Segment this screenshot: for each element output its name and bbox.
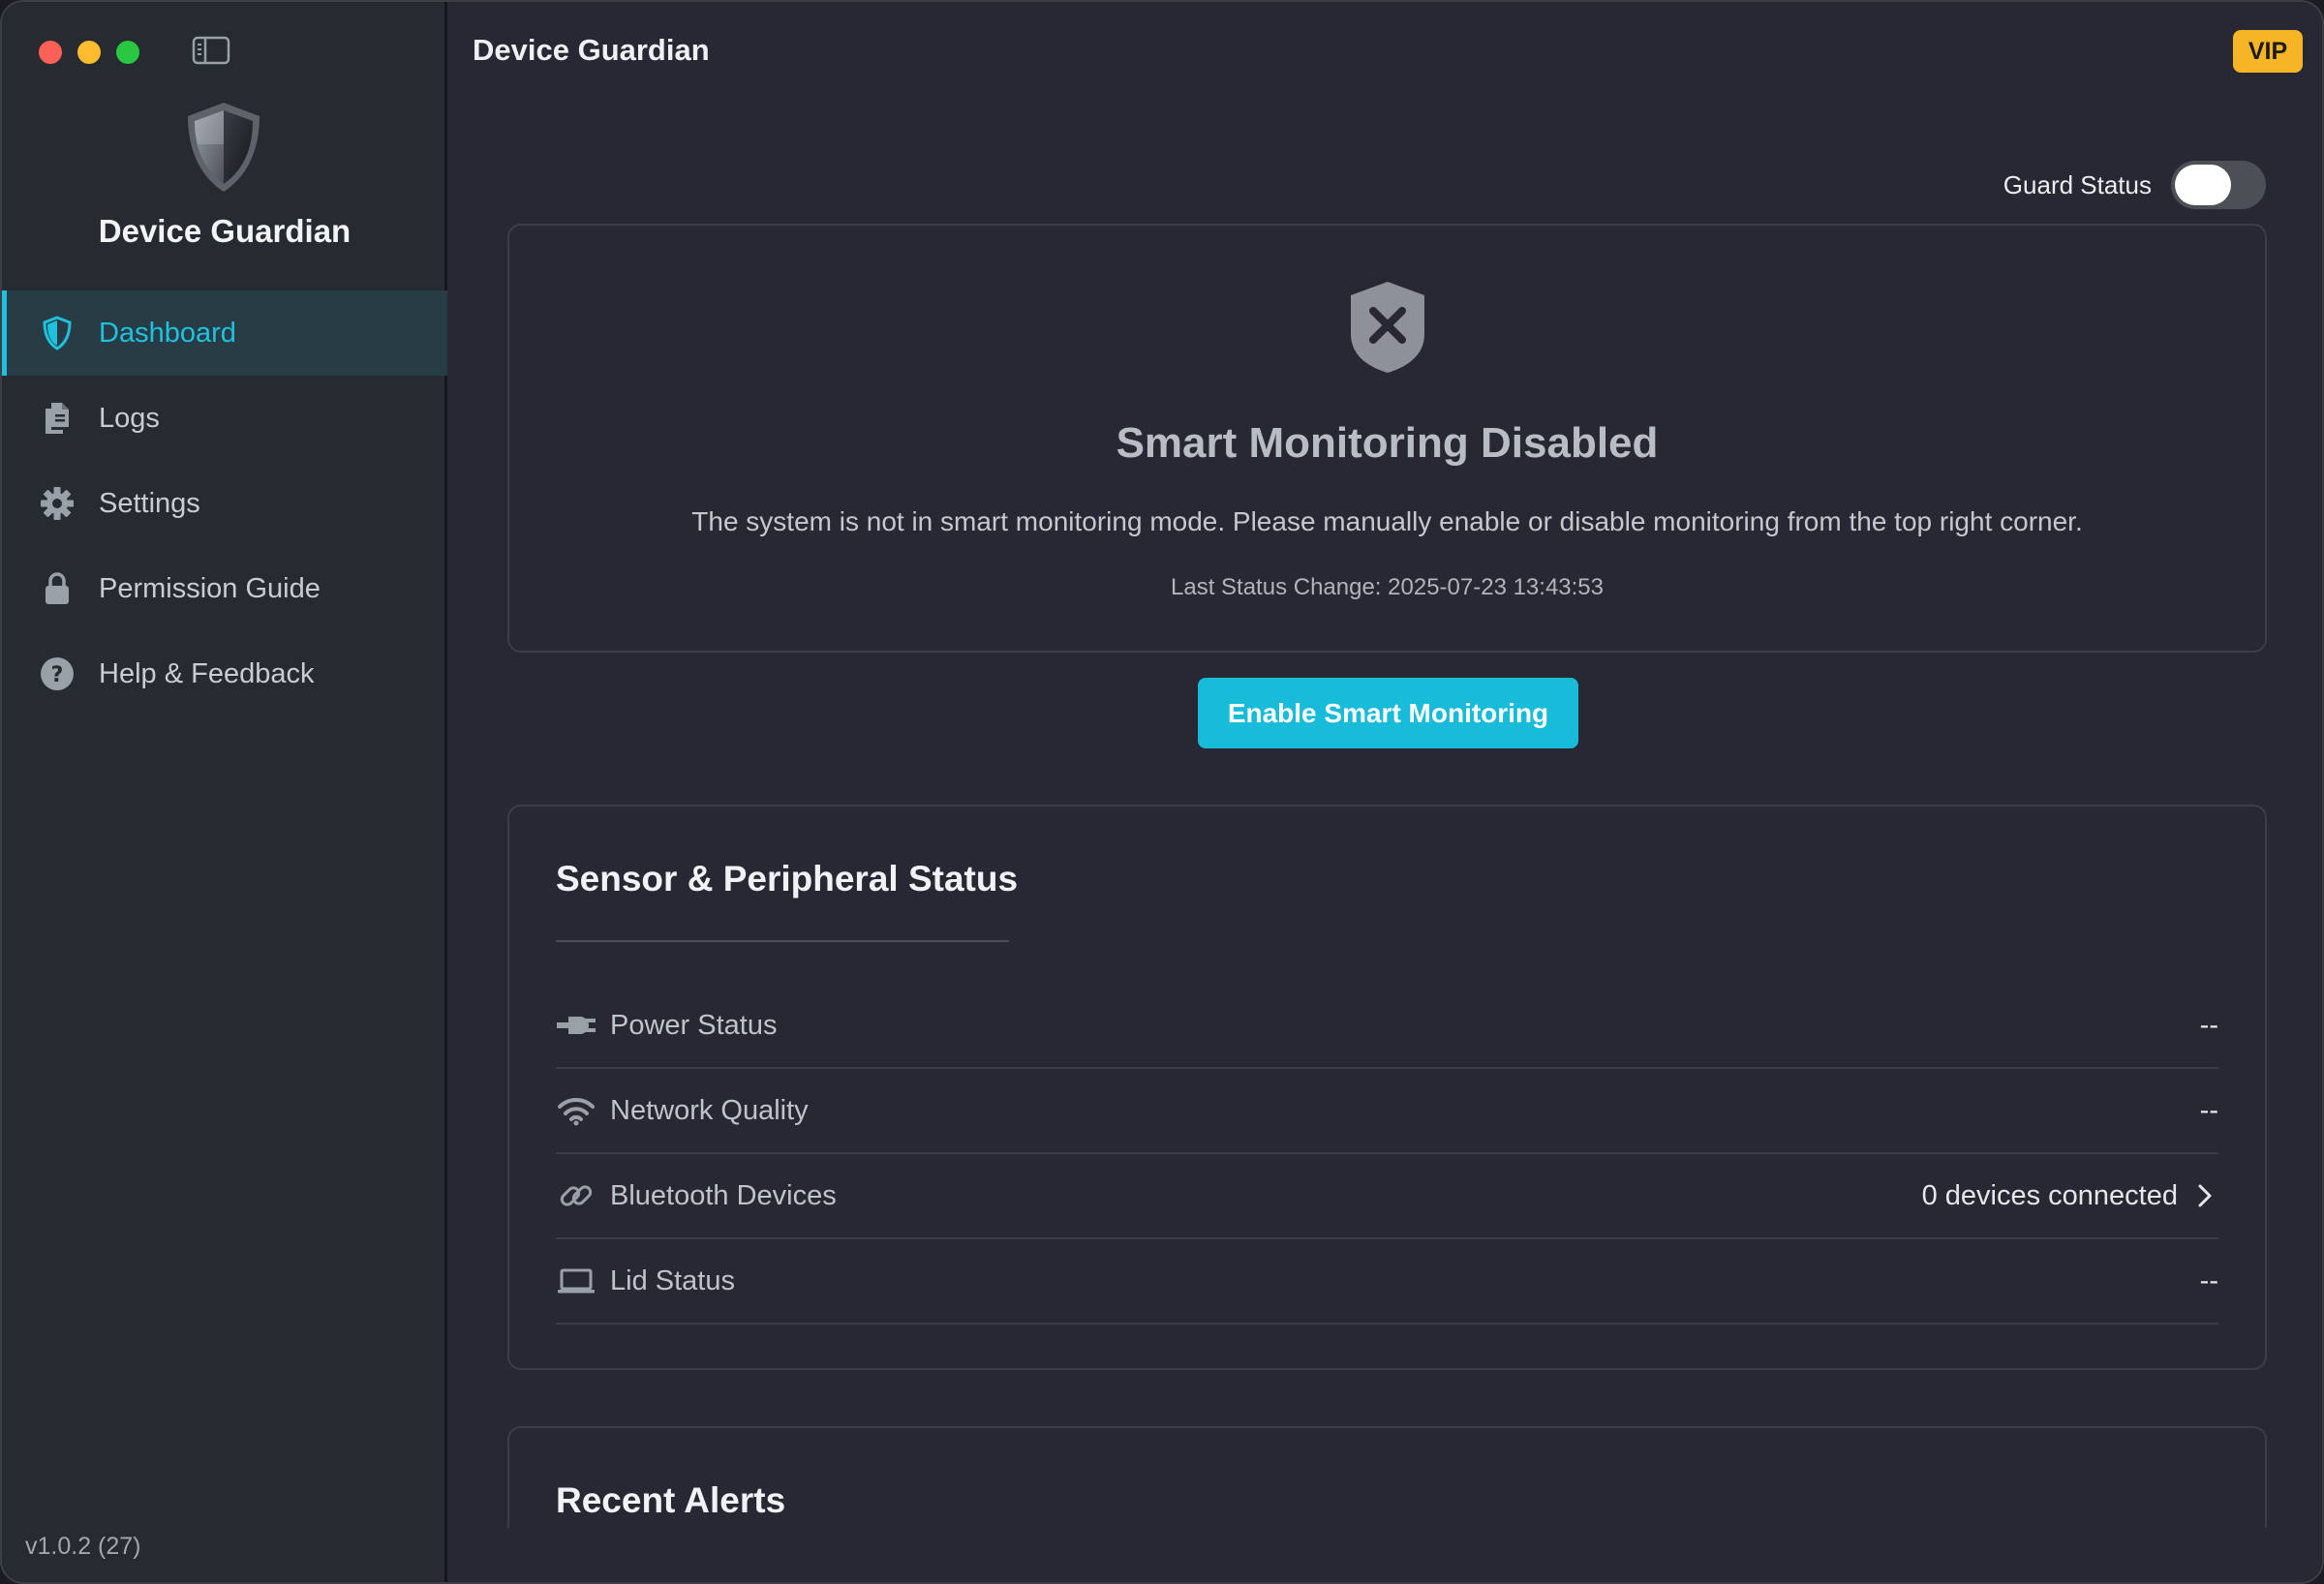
section-title: Recent Alerts: [556, 1480, 786, 1520]
sensor-row-network-quality: Network Quality --: [556, 1069, 2218, 1154]
sidebar: Device Guardian Dashboard Logs Settings …: [2, 2, 447, 1582]
sensor-label: Power Status: [610, 1009, 778, 1041]
sidebar-item-help-feedback[interactable]: ? Help & Feedback: [2, 631, 447, 716]
section-title: Sensor & Peripheral Status: [556, 859, 1019, 899]
svg-text:?: ?: [51, 663, 64, 687]
zoom-window-button[interactable]: [116, 41, 139, 64]
section-divider: [556, 940, 1009, 942]
sidebar-item-settings[interactable]: Settings: [2, 461, 447, 546]
sensor-list: Power Status -- Network Quality -- Bluet…: [556, 984, 2218, 1325]
sidebar-item-label: Dashboard: [99, 317, 236, 349]
power-plug-icon: [556, 1006, 596, 1045]
sensor-value: 0 devices connected: [1921, 1179, 2178, 1211]
last-status-change: Last Status Change: 2025-07-23 13:43:53: [1171, 574, 1604, 600]
status-title: Smart Monitoring Disabled: [1116, 419, 1659, 467]
laptop-icon: [556, 1262, 596, 1300]
sensor-label: Bluetooth Devices: [610, 1179, 837, 1211]
shield-logo-icon: [188, 103, 260, 192]
guard-status-label: Guard Status: [2003, 169, 2152, 199]
chevron-right-icon: [2191, 1182, 2218, 1209]
monitoring-status-card: Smart Monitoring Disabled The system is …: [507, 224, 2267, 653]
sensor-status-card: Sensor & Peripheral Status Power Status …: [507, 805, 2267, 1370]
sidebar-item-logs[interactable]: Logs: [2, 376, 447, 461]
sensor-value: --: [2199, 1264, 2218, 1296]
sensor-value: --: [2199, 1009, 2218, 1041]
app-window: Device Guardian Dashboard Logs Settings …: [0, 0, 2324, 1584]
shield-icon: [39, 315, 76, 351]
enable-smart-monitoring-button[interactable]: Enable Smart Monitoring: [1198, 678, 1578, 748]
main-content: Device Guardian VIP Guard Status Smart M…: [450, 2, 2322, 1582]
sidebar-item-label: Logs: [99, 402, 160, 434]
sidebar-item-label: Permission Guide: [99, 572, 321, 604]
question-icon: ?: [39, 655, 76, 692]
toggle-knob: [2175, 165, 2231, 205]
brand-name: Device Guardian: [98, 213, 352, 249]
app-version: v1.0.2 (27): [25, 1533, 141, 1560]
sensor-value: --: [2199, 1094, 2218, 1126]
lock-icon: [39, 570, 76, 607]
wifi-icon: [556, 1091, 596, 1130]
gear-icon: [39, 485, 76, 522]
status-description: The system is not in smart monitoring mo…: [691, 506, 2083, 536]
sidebar-nav: Dashboard Logs Settings Permission Guide…: [2, 290, 447, 716]
sidebar-item-permission-guide[interactable]: Permission Guide: [2, 546, 447, 631]
sidebar-item-label: Settings: [99, 487, 200, 519]
vip-badge[interactable]: VIP: [2233, 30, 2303, 73]
documents-icon: [39, 400, 76, 437]
guard-status-control: Guard Status: [2003, 161, 2266, 209]
window-controls: [39, 41, 139, 64]
link-icon: [556, 1176, 596, 1215]
guard-status-toggle[interactable]: [2171, 161, 2266, 209]
sensor-row-power-status: Power Status --: [556, 984, 2218, 1069]
sensor-label: Lid Status: [610, 1264, 735, 1296]
sidebar-item-label: Help & Feedback: [99, 657, 315, 689]
scroll-clip: [450, 1528, 2322, 1582]
sidebar-toggle-icon[interactable]: [192, 35, 230, 66]
sidebar-item-dashboard[interactable]: Dashboard: [2, 290, 447, 376]
close-window-button[interactable]: [39, 41, 62, 64]
sensor-row-lid-status: Lid Status --: [556, 1239, 2218, 1325]
minimize-window-button[interactable]: [77, 41, 101, 64]
sensor-row-bluetooth-devices[interactable]: Bluetooth Devices 0 devices connected: [556, 1154, 2218, 1239]
shield-x-icon: [1350, 282, 1424, 373]
sensor-label: Network Quality: [610, 1094, 809, 1126]
page-title: Device Guardian: [473, 33, 710, 67]
